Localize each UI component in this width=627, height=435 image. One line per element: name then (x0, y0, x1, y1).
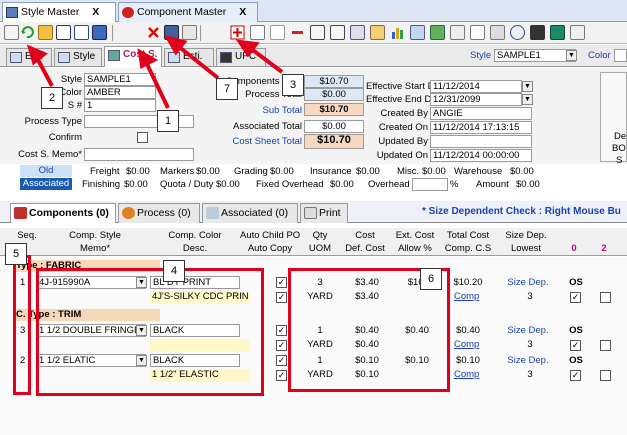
callout-2: 2 (41, 87, 63, 109)
callout-3: 3 (282, 74, 304, 96)
annotation-arrows (26, 34, 284, 109)
callout-7: 7 (216, 78, 238, 100)
callout-5: 5 (5, 243, 27, 265)
callout-6: 6 (420, 268, 442, 290)
callout-1: 1 (157, 110, 179, 132)
callout-4: 4 (163, 260, 185, 282)
